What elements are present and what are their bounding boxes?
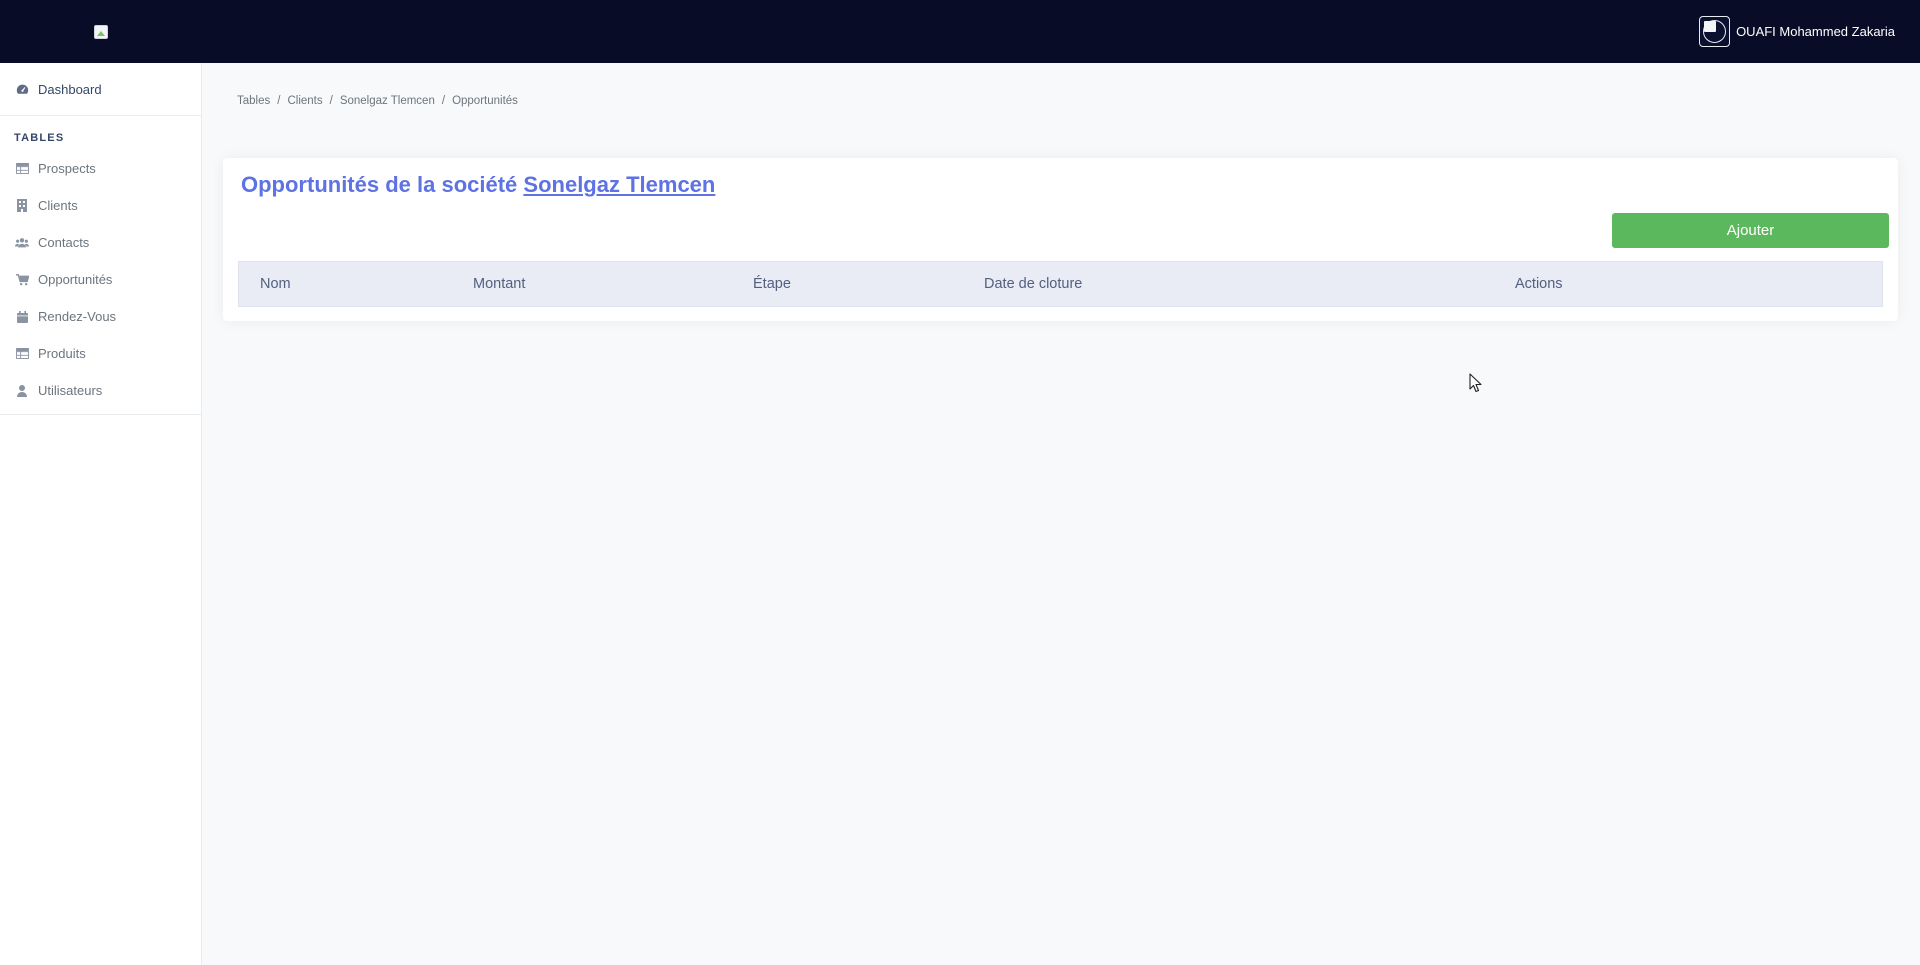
breadcrumb-separator: / bbox=[329, 95, 333, 107]
sidebar-item-contacts[interactable]: Contacts bbox=[0, 224, 201, 261]
column-header-montant[interactable]: Montant bbox=[473, 276, 525, 292]
user-menu[interactable]: OUAFI Mohammed Zakaria bbox=[1699, 16, 1895, 47]
breadcrumb-current: Opportunités bbox=[452, 95, 518, 107]
avatar[interactable] bbox=[1699, 16, 1731, 47]
column-header-date-cloture[interactable]: Date de cloture bbox=[984, 276, 1082, 292]
sidebar: Dashboard TABLES Prospects Clients Conta… bbox=[0, 63, 202, 965]
sidebar-item-clients[interactable]: Clients bbox=[0, 187, 201, 224]
sidebar-item-prospects[interactable]: Prospects bbox=[0, 150, 201, 187]
logo-broken-image-icon[interactable] bbox=[94, 25, 108, 39]
breadcrumb: Tables / Clients / Sonelgaz Tlemcen / Op… bbox=[237, 95, 518, 107]
divider bbox=[0, 414, 201, 415]
dashboard-gauge-icon bbox=[15, 82, 29, 96]
sidebar-item-produits[interactable]: Produits bbox=[0, 335, 201, 372]
sidebar-item-label: Clients bbox=[38, 198, 78, 213]
opportunities-card: Opportunités de la société Sonelgaz Tlem… bbox=[223, 158, 1898, 321]
user-name[interactable]: OUAFI Mohammed Zakaria bbox=[1736, 24, 1895, 39]
page-title-prefix: Opportunités de la société bbox=[241, 172, 518, 197]
table-icon bbox=[15, 347, 29, 361]
sidebar-item-dashboard[interactable]: Dashboard bbox=[0, 63, 201, 115]
calendar-icon bbox=[15, 310, 29, 324]
column-header-etape[interactable]: Étape bbox=[753, 276, 791, 292]
company-link[interactable]: Sonelgaz Tlemcen bbox=[523, 172, 715, 197]
table-header-row: Nom Montant Étape Date de cloture Action… bbox=[238, 261, 1883, 307]
column-header-nom[interactable]: Nom bbox=[260, 276, 291, 292]
page-title: Opportunités de la société Sonelgaz Tlem… bbox=[241, 172, 715, 198]
sidebar-item-label: Opportunités bbox=[38, 272, 113, 287]
add-button[interactable]: Ajouter bbox=[1612, 213, 1889, 248]
breadcrumb-separator: / bbox=[441, 95, 446, 107]
users-icon bbox=[15, 236, 29, 250]
breadcrumb-clients[interactable]: Clients bbox=[287, 95, 322, 107]
sidebar-item-rendez-vous[interactable]: Rendez-Vous bbox=[0, 298, 201, 335]
top-navbar: OUAFI Mohammed Zakaria bbox=[0, 0, 1920, 63]
column-header-actions[interactable]: Actions bbox=[1515, 276, 1563, 292]
cart-icon bbox=[15, 273, 29, 287]
sidebar-item-label: Prospects bbox=[38, 161, 96, 176]
breadcrumb-tables[interactable]: Tables bbox=[237, 95, 270, 107]
user-icon bbox=[15, 384, 29, 398]
table-icon bbox=[15, 162, 29, 176]
sidebar-item-label: Dashboard bbox=[38, 81, 102, 97]
sidebar-item-opportunites[interactable]: Opportunités bbox=[0, 261, 201, 298]
breadcrumb-company[interactable]: Sonelgaz Tlemcen bbox=[340, 95, 435, 107]
sidebar-section-title: TABLES bbox=[14, 132, 65, 144]
breadcrumb-separator: / bbox=[277, 95, 281, 107]
sidebar-item-label: Utilisateurs bbox=[38, 383, 103, 398]
sidebar-item-label: Produits bbox=[38, 346, 86, 361]
building-icon bbox=[15, 199, 29, 213]
sidebar-item-label: Contacts bbox=[38, 235, 90, 250]
sidebar-item-label: Rendez-Vous bbox=[38, 309, 117, 324]
broken-image-icon bbox=[1704, 21, 1717, 32]
sidebar-item-utilisateurs[interactable]: Utilisateurs bbox=[0, 372, 201, 409]
mouse-cursor-icon bbox=[1469, 373, 1482, 393]
